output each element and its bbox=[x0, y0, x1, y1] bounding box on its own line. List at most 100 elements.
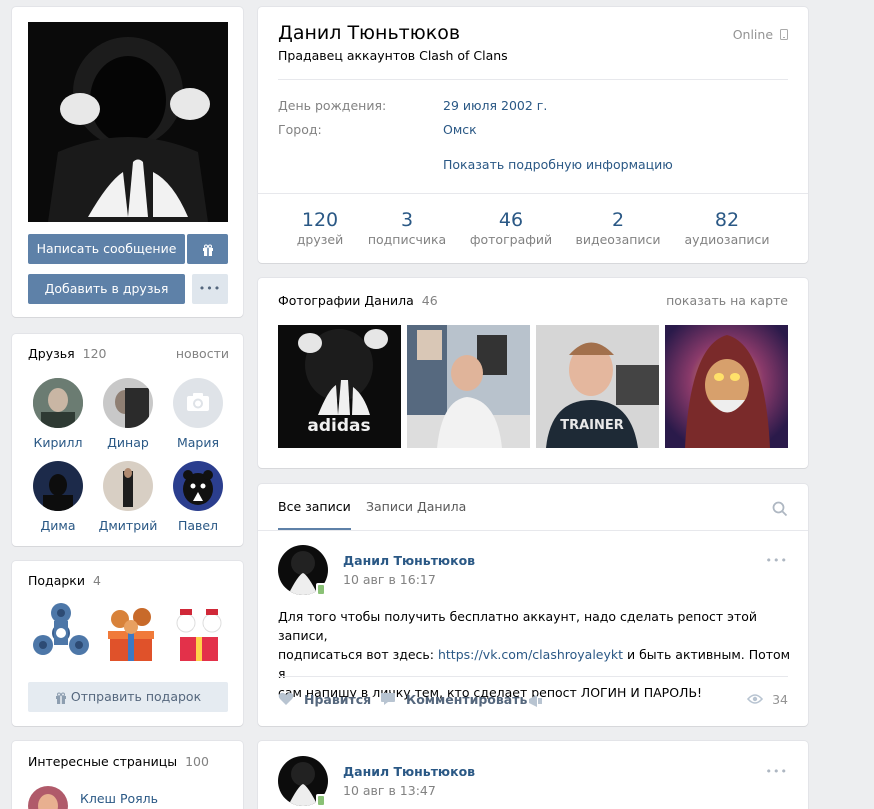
counter-audios[interactable]: 82 аудиозаписи bbox=[682, 208, 772, 247]
send-message-button[interactable]: Написать сообщение bbox=[28, 234, 185, 264]
gift-icon bbox=[55, 692, 66, 704]
counter-label: аудиозаписи bbox=[684, 232, 770, 247]
views-count: 34 bbox=[772, 692, 788, 707]
friend-avatar-dima[interactable] bbox=[33, 461, 83, 511]
friends-header[interactable]: Друзья 120 bbox=[28, 346, 106, 361]
tab-own-posts-label: Записи Данила bbox=[366, 499, 467, 514]
divider bbox=[258, 530, 808, 531]
search-icon[interactable] bbox=[772, 501, 788, 517]
counter-photos[interactable]: 46 фотографий bbox=[466, 208, 556, 247]
pages-count: 100 bbox=[185, 754, 209, 769]
more-actions-button[interactable]: ••• bbox=[192, 274, 228, 304]
like-button[interactable]: Нравится bbox=[278, 692, 371, 707]
counter-friends[interactable]: 120 друзей bbox=[280, 208, 360, 247]
pages-header[interactable]: Интересные страницы 100 bbox=[28, 754, 209, 769]
share-icon[interactable] bbox=[528, 694, 544, 708]
photos-card: Фотографии Данила 46 показать на карте a… bbox=[258, 278, 808, 468]
profile-status[interactable]: Прадавец аккаунтов Clash of Clans bbox=[278, 48, 508, 63]
add-friend-button[interactable]: Добавить в друзья bbox=[28, 274, 185, 304]
friend-avatar-dmitry[interactable] bbox=[103, 461, 153, 511]
pages-card: Интересные страницы 100 Клеш Рояль bbox=[12, 741, 243, 809]
post-text-line: Для того чтобы получить бесплатно аккаун… bbox=[278, 609, 758, 643]
comment-button[interactable]: Комментировать bbox=[380, 692, 527, 707]
post-text-line: подписаться вот здесь: https://vk.com/cl… bbox=[278, 645, 793, 683]
gifts-count: 4 bbox=[92, 573, 101, 588]
more-dots-icon: ••• bbox=[198, 282, 222, 295]
page-avatar-clash-royale[interactable] bbox=[28, 786, 68, 809]
views-counter: 34 bbox=[747, 692, 788, 707]
birthday-value[interactable]: 29 июля 2002 г. bbox=[443, 98, 547, 113]
comment-icon bbox=[381, 693, 395, 705]
gifts-card: Подарки 4 Отправить подарок bbox=[12, 561, 243, 726]
counter-label: друзей bbox=[296, 232, 344, 247]
friends-card: Друзья 120 новости Кирилл Динар Мария Ди… bbox=[12, 334, 243, 546]
counter-followers[interactable]: 3 подписчика bbox=[362, 208, 452, 247]
friend-avatar-maria[interactable] bbox=[173, 378, 223, 428]
photos-count: 46 bbox=[421, 293, 438, 308]
friend-avatar-dinar[interactable] bbox=[103, 378, 153, 428]
city-value[interactable]: Омск bbox=[443, 122, 477, 137]
online-mobile-badge bbox=[316, 794, 326, 807]
divider bbox=[278, 676, 788, 677]
counter-label: подписчика bbox=[367, 232, 447, 247]
post-date[interactable]: 10 авг в 13:47 bbox=[343, 783, 436, 798]
gift-icon bbox=[202, 244, 213, 256]
photo-thumb-2[interactable] bbox=[407, 325, 530, 448]
friends-title: Друзья bbox=[28, 346, 75, 361]
post-author-name[interactable]: Данил Тюньтюков bbox=[343, 764, 475, 779]
friend-name-dinar[interactable]: Динар bbox=[93, 435, 163, 450]
gift-button[interactable] bbox=[187, 234, 228, 264]
gifts-title: Подарки bbox=[28, 573, 85, 588]
photos-title: Фотографии Данила bbox=[278, 293, 414, 308]
photo-thumb-1[interactable]: adidas bbox=[278, 325, 401, 448]
photo-thumb-3[interactable]: TRAINER bbox=[536, 325, 659, 448]
friend-name-dmitry[interactable]: Дмитрий bbox=[93, 518, 163, 533]
post-date[interactable]: 10 авг в 16:17 bbox=[343, 572, 436, 587]
gifts-header[interactable]: Подарки 4 bbox=[28, 573, 101, 588]
send-gift-button[interactable]: Отправить подарок bbox=[28, 682, 228, 712]
photos-header[interactable]: Фотографии Данила 46 bbox=[278, 293, 438, 308]
post-text-part: подписаться вот здесь: bbox=[278, 647, 438, 662]
friends-news-link[interactable]: новости bbox=[176, 346, 229, 361]
mobile-icon bbox=[780, 29, 788, 40]
counter-videos[interactable]: 2 видеозаписи bbox=[570, 208, 666, 247]
counter-value: 3 bbox=[400, 209, 414, 231]
post-menu-icon[interactable]: ••• bbox=[766, 554, 788, 567]
eye-icon bbox=[747, 694, 764, 704]
post-text: Для того чтобы получить бесплатно аккаун… bbox=[278, 607, 793, 702]
comment-label: Комментировать bbox=[405, 692, 528, 707]
trainer-text: TRAINER bbox=[560, 418, 624, 433]
gift-item-snowmen[interactable] bbox=[168, 601, 230, 665]
post-menu-icon[interactable]: ••• bbox=[766, 765, 788, 778]
birthday-label: День рождения: bbox=[278, 98, 387, 113]
show-on-map-link[interactable]: показать на карте bbox=[666, 293, 788, 308]
profile-info-card: Данил Тюньтюков Прадавец аккаунтов Clash… bbox=[258, 7, 808, 263]
show-more-info-link[interactable]: Показать подробную информацию bbox=[443, 157, 673, 172]
friend-avatar-kirill[interactable] bbox=[33, 378, 83, 428]
counter-value: 82 bbox=[714, 209, 740, 231]
friend-name-pavel[interactable]: Павел bbox=[163, 518, 233, 533]
adidas-text: adidas bbox=[307, 416, 370, 436]
friend-name-kirill[interactable]: Кирилл bbox=[23, 435, 93, 450]
camera-icon bbox=[187, 393, 209, 411]
photo-thumb-4[interactable] bbox=[665, 325, 788, 448]
friend-name-maria[interactable]: Мария bbox=[163, 435, 233, 450]
counter-label: видеозаписи bbox=[575, 232, 661, 247]
page-name-clash-royale[interactable]: Клеш Рояль bbox=[80, 791, 158, 806]
profile-name: Данил Тюньтюков bbox=[278, 22, 461, 44]
tab-all-posts-label: Все записи bbox=[278, 499, 351, 514]
friend-name-dima[interactable]: Дима bbox=[23, 518, 93, 533]
counter-value: 2 bbox=[611, 209, 625, 231]
counter-value: 120 bbox=[301, 209, 339, 231]
post-link[interactable]: https://vk.com/clashroyaleykt bbox=[438, 647, 623, 662]
profile-photo[interactable] bbox=[28, 22, 228, 222]
post-author-name[interactable]: Данил Тюньтюков bbox=[343, 553, 475, 568]
friend-avatar-pavel[interactable] bbox=[173, 461, 223, 511]
tab-own-posts[interactable]: Записи Данила bbox=[366, 484, 466, 530]
divider bbox=[278, 79, 788, 80]
gift-item-spinner[interactable] bbox=[30, 601, 92, 665]
tab-all-posts[interactable]: Все записи bbox=[278, 484, 351, 530]
send-gift-label: Отправить подарок bbox=[70, 689, 202, 704]
add-friend-label: Добавить в друзья bbox=[44, 281, 169, 296]
gift-item-dogs[interactable] bbox=[100, 601, 162, 665]
